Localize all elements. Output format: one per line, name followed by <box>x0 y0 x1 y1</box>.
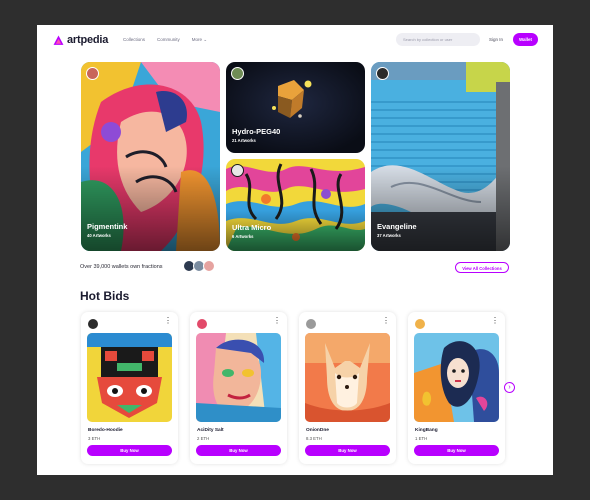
collection-avatar <box>231 67 244 80</box>
more-vertical-icon[interactable]: ⋮ <box>273 317 281 325</box>
bid-card[interactable]: ⋮ OnionDne 8.3 ETH Buy Now <box>299 312 396 464</box>
card-shade <box>371 165 510 251</box>
bid-name: OnionDne <box>306 428 329 433</box>
logo-icon <box>53 35 64 45</box>
bid-name: KingBang <box>415 428 438 433</box>
nav-community[interactable]: Community <box>157 37 180 43</box>
brand-name: artpedia <box>67 34 109 46</box>
nav-collections[interactable]: Collections <box>123 37 145 43</box>
collection-count: 37 Artworks <box>377 233 401 238</box>
search-placeholder: Search by collection or user <box>403 37 453 42</box>
main-nav: Collections Community More ⌄ <box>123 37 207 43</box>
collection-title: Hydro-PEG40 <box>232 127 281 136</box>
collection-avatar <box>376 67 389 80</box>
bid-price: 8.3 ETH <box>306 436 322 441</box>
collection-count: 21 Artworks <box>232 138 256 143</box>
search-input[interactable]: Search by collection or user <box>396 33 480 46</box>
collection-card-evangeline[interactable]: Evangeline 37 Artworks <box>371 62 510 251</box>
owner-avatar <box>203 260 215 272</box>
buy-now-button[interactable]: Buy Now <box>414 445 499 456</box>
buy-now-button[interactable]: Buy Now <box>305 445 390 456</box>
collection-avatar <box>231 164 244 177</box>
buy-now-button[interactable]: Buy Now <box>87 445 172 456</box>
bid-price: 1 ETH <box>415 436 428 441</box>
bid-price: 3 ETH <box>88 436 101 441</box>
creator-avatar <box>306 319 316 329</box>
bid-price: 2 ETH <box>197 436 210 441</box>
creator-avatar <box>415 319 425 329</box>
bid-card[interactable]: ⋮ Boredo-Hoodie 3 ETH Buy Now <box>81 312 178 464</box>
more-vertical-icon[interactable]: ⋮ <box>491 317 499 325</box>
collection-count: 6 Artworks <box>232 234 254 239</box>
bid-artwork <box>414 333 499 422</box>
buy-now-button[interactable]: Buy Now <box>196 445 281 456</box>
view-all-collections-button[interactable]: View All Collections <box>455 262 509 273</box>
app-page: artpedia Collections Community More ⌄ Se… <box>37 25 553 475</box>
collection-card-hydro-peg40[interactable]: Hydro-PEG40 21 Artworks <box>226 62 365 153</box>
collection-count: 40 Artworks <box>87 233 111 238</box>
signin-link[interactable]: Sign In <box>489 37 503 42</box>
nav-more-label: More <box>191 37 203 42</box>
collection-title: Evangeline <box>377 222 417 231</box>
chevron-down-icon: ⌄ <box>203 37 208 42</box>
collection-card-pigmentink[interactable]: Pigmentink 40 Artworks <box>81 62 220 251</box>
bid-card[interactable]: ⋮ KingBang 1 ETH Buy Now <box>408 312 505 464</box>
nav-more[interactable]: More ⌄ <box>192 37 207 43</box>
collection-title: Ultra Micro <box>232 223 272 232</box>
creator-avatar <box>88 319 98 329</box>
bid-name: AciDity Salt <box>197 428 224 433</box>
more-vertical-icon[interactable]: ⋮ <box>382 317 390 325</box>
more-vertical-icon[interactable]: ⋮ <box>164 317 172 325</box>
bid-artwork <box>87 333 172 422</box>
collection-title: Pigmentink <box>87 222 128 231</box>
creator-avatar <box>197 319 207 329</box>
card-shade <box>81 165 220 251</box>
chevron-right-icon[interactable]: › <box>504 382 515 393</box>
owners-text: Over 39,000 wallets own fractions <box>80 264 163 270</box>
brand-logo[interactable]: artpedia <box>53 34 108 46</box>
bid-card[interactable]: ⋮ AciDity Salt 2 ETH Buy Now <box>190 312 287 464</box>
bid-artwork <box>196 333 281 422</box>
collection-card-ultra-micro[interactable]: Ultra Micro 6 Artworks <box>226 159 365 251</box>
bid-artwork <box>305 333 390 422</box>
bid-name: Boredo-Hoodie <box>88 428 123 433</box>
hot-bids-title: Hot Bids <box>80 289 130 303</box>
collection-avatar <box>86 67 99 80</box>
wallet-button[interactable]: Wallet <box>513 33 538 46</box>
